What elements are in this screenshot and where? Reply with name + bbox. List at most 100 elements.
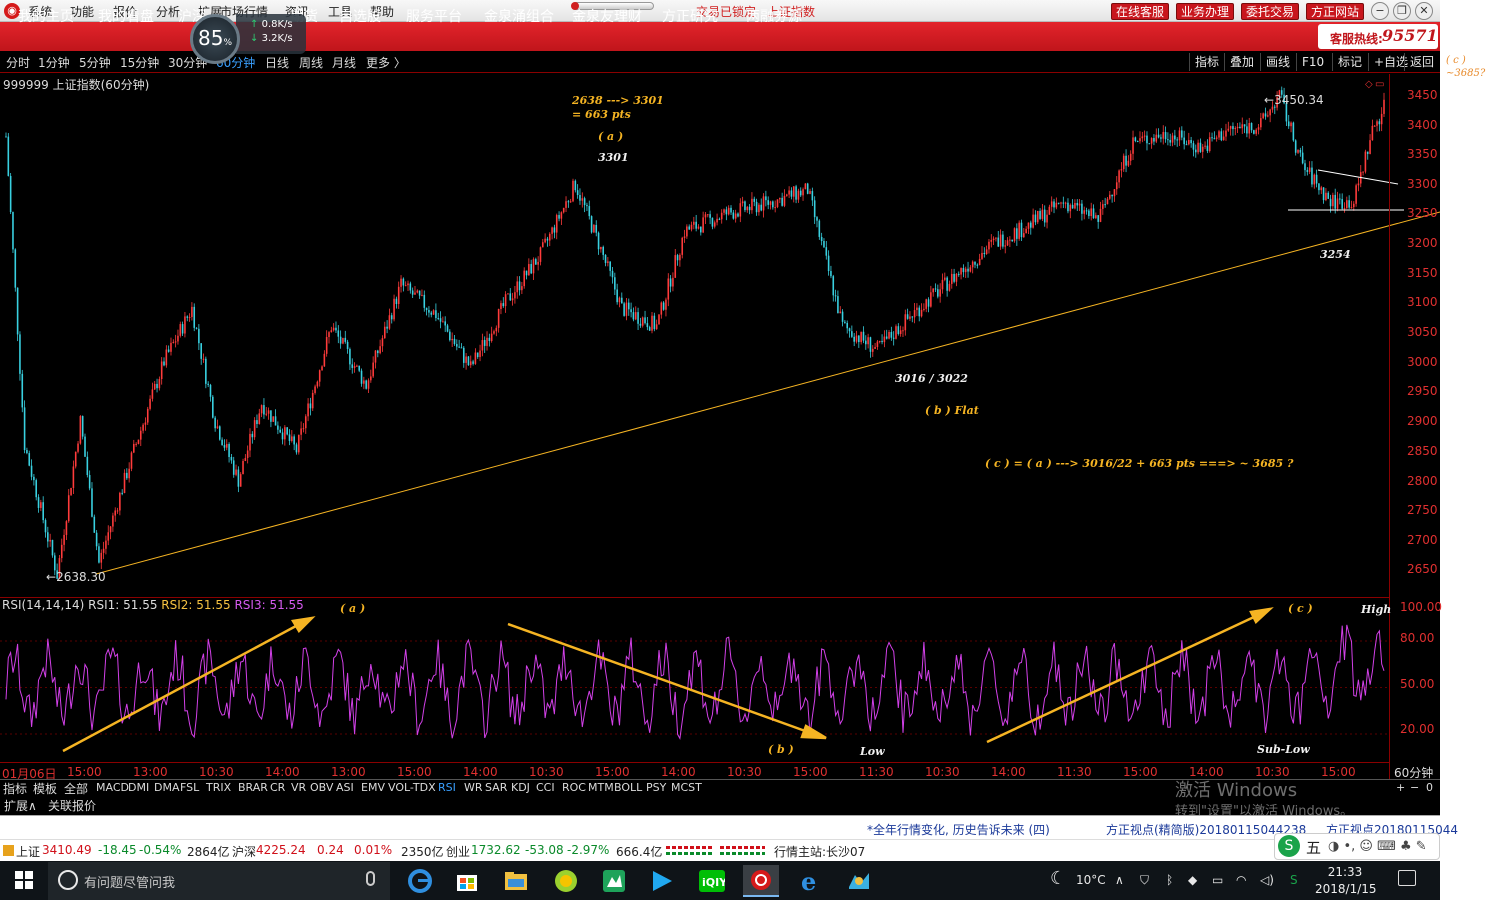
candle-body: [1106, 198, 1109, 205]
business-button[interactable]: 业务办理: [1176, 3, 1235, 20]
ind-tab-roc[interactable]: ROC: [562, 781, 586, 794]
period-monthly[interactable]: 月线: [332, 54, 356, 71]
close-icon[interactable]: ✕: [1415, 2, 1433, 20]
memory-gauge[interactable]: 85%: [190, 14, 240, 64]
taskbar-clock[interactable]: 21:33 2018/1/15: [1315, 864, 1377, 898]
weather-moon-icon[interactable]: ☾: [1050, 868, 1066, 889]
indicator-reset-button[interactable]: 0: [1426, 781, 1433, 794]
online-service-button[interactable]: 在线客服: [1111, 3, 1170, 20]
ind-tab-mcst[interactable]: MCST: [671, 781, 702, 794]
expand-toggle[interactable]: 扩展∧: [4, 797, 37, 814]
hs-name[interactable]: 沪深: [232, 843, 256, 860]
nav-portfolio[interactable]: 金泉涌组合: [484, 6, 554, 26]
period-5min[interactable]: 5分钟: [79, 54, 111, 71]
nav-margin[interactable]: 两融券源: [746, 6, 802, 26]
file-explorer-icon[interactable]: [498, 865, 534, 897]
ind-tab-dma[interactable]: DMA: [154, 781, 180, 794]
period-15min[interactable]: 15分钟: [120, 54, 159, 71]
ind-tab-cr[interactable]: CR: [270, 781, 285, 794]
360-browser-icon[interactable]: [548, 865, 584, 897]
app-tray-icon[interactable]: ◆: [1188, 873, 1197, 887]
sh-name[interactable]: 上证: [16, 843, 40, 860]
edge-browser-icon[interactable]: [402, 865, 438, 897]
ind-tab-indicator[interactable]: 指标: [3, 780, 27, 797]
volume-icon[interactable]: ◁): [1260, 873, 1274, 887]
ind-tab-template[interactable]: 模板: [33, 780, 57, 797]
tray-expand-icon[interactable]: ∧: [1115, 873, 1124, 887]
period-1min[interactable]: 1分钟: [38, 54, 70, 71]
ind-tab-fsl[interactable]: FSL: [180, 781, 199, 794]
tool-draw[interactable]: 画线: [1260, 53, 1295, 71]
period-daily[interactable]: 日线: [265, 54, 289, 71]
stock-tool-icon[interactable]: [841, 865, 877, 897]
ind-tab-wr[interactable]: WR: [464, 781, 483, 794]
bluetooth-icon[interactable]: ᛒ: [1166, 873, 1173, 887]
news-item[interactable]: *全年行情变化, 历史告诉未来 (四): [867, 821, 1050, 838]
website-button[interactable]: 方正网站: [1306, 3, 1365, 20]
period-intraday[interactable]: 分时: [6, 54, 30, 71]
ind-tab-brar[interactable]: BRAR: [238, 781, 268, 794]
nav-watchlist[interactable]: 自选股: [339, 6, 381, 26]
candle-body: [321, 366, 323, 371]
trade-button[interactable]: 委托交易: [1241, 3, 1300, 20]
tool-f10[interactable]: F10: [1296, 53, 1329, 71]
candle-body: [1013, 228, 1016, 242]
ime-logo-icon[interactable]: S: [1278, 835, 1300, 857]
ind-tab-macd[interactable]: MACD: [96, 781, 129, 794]
nav-service[interactable]: 服务平台: [406, 6, 462, 26]
microphone-icon[interactable]: [366, 871, 375, 886]
iqiyi-icon[interactable]: iQIY: [694, 865, 730, 897]
founder-app-icon[interactable]: [743, 865, 779, 897]
ind-tab-all[interactable]: 全部: [64, 780, 88, 797]
wifi-icon[interactable]: ◠: [1236, 873, 1246, 887]
period-weekly[interactable]: 周线: [299, 54, 323, 71]
ind-tab-psy[interactable]: PSY: [646, 781, 666, 794]
shield-icon[interactable]: ⛉: [1140, 873, 1149, 888]
ie-browser-icon[interactable]: e: [793, 865, 829, 897]
nav-watch[interactable]: 我的看盘: [98, 6, 154, 26]
ind-tab-cci[interactable]: CCI: [536, 781, 555, 794]
tool-back[interactable]: 返回: [1404, 53, 1439, 71]
tool-overlay[interactable]: 叠加: [1224, 53, 1259, 71]
ind-tab-vr[interactable]: VR: [291, 781, 306, 794]
ind-tab-asi[interactable]: ASI: [336, 781, 354, 794]
period-more[interactable]: 更多 〉: [366, 54, 406, 71]
indicator-add-button[interactable]: +: [1396, 781, 1405, 794]
chart-canvas[interactable]: ◇ ▭: [0, 74, 1440, 779]
ind-tab-obv[interactable]: OBV: [310, 781, 333, 794]
candle-body: [553, 227, 556, 233]
ind-tab-dmi[interactable]: DMI: [128, 781, 149, 794]
windows-start-icon[interactable]: [15, 871, 33, 889]
menu-analysis[interactable]: 分析: [156, 3, 180, 20]
ind-tab-sar[interactable]: SAR: [485, 781, 507, 794]
restore-icon[interactable]: ❐: [1393, 2, 1411, 20]
green-app-icon[interactable]: [596, 865, 632, 897]
nav-research[interactable]: 方正研究: [662, 6, 718, 26]
ind-tab-mtm[interactable]: MTM: [588, 781, 614, 794]
battery-icon[interactable]: ▭: [1212, 873, 1223, 887]
minimize-icon[interactable]: −: [1371, 2, 1389, 20]
indicator-remove-button[interactable]: −: [1410, 781, 1419, 794]
weather-temp[interactable]: 10°C: [1076, 873, 1106, 887]
server-status[interactable]: 行情主站:长沙07: [774, 843, 865, 860]
ime-mode[interactable]: 五: [1306, 837, 1321, 858]
ind-tab-vol[interactable]: VOL-TDX: [388, 781, 436, 794]
related-quotes-tab[interactable]: 关联报价: [48, 797, 96, 814]
cy-name[interactable]: 创业: [446, 843, 470, 860]
ime-tray-icon[interactable]: S: [1290, 873, 1298, 887]
ind-tab-rsi[interactable]: RSI: [438, 781, 456, 794]
ind-tab-boll[interactable]: BOLL: [614, 781, 642, 794]
nav-finance[interactable]: 金泉友理财: [572, 6, 642, 26]
ind-tab-kdj[interactable]: KDJ: [511, 781, 530, 794]
ind-tab-emv[interactable]: EMV: [361, 781, 385, 794]
candle-body: [218, 426, 221, 440]
ime-tools-icons[interactable]: ◑ •, ☺ ⌨ ♣ ✎: [1328, 839, 1427, 854]
video-player-icon[interactable]: [644, 865, 680, 897]
nav-home[interactable]: 我的主页: [18, 6, 74, 26]
ind-tab-trix[interactable]: TRIX: [206, 781, 231, 794]
candle-body: [658, 314, 660, 325]
store-icon[interactable]: [449, 865, 485, 897]
tool-indicator[interactable]: 指标: [1189, 53, 1224, 71]
tool-mark[interactable]: 标记: [1332, 53, 1367, 71]
notification-icon[interactable]: [1398, 870, 1416, 886]
